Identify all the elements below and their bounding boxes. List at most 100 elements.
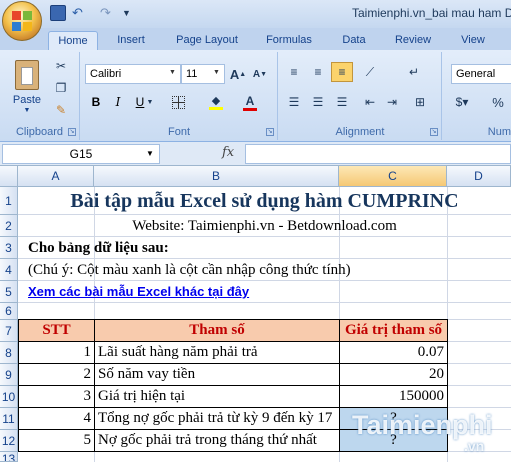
tab-page-layout[interactable]: Page Layout [168, 31, 246, 50]
borders-icon[interactable] [167, 92, 189, 112]
align-top-icon[interactable]: ≡ [283, 62, 305, 82]
data-intro[interactable]: Cho bảng dữ liệu sau: [25, 237, 172, 259]
tab-insert[interactable]: Insert [108, 31, 154, 50]
row-header[interactable]: 3 [0, 237, 18, 259]
table-cell-param[interactable]: Số năm vay tiền [95, 364, 198, 385]
increase-indent-icon[interactable]: ⇥ [381, 92, 403, 112]
cut-icon[interactable]: ✂ [50, 56, 72, 76]
row-header[interactable]: 8 [0, 342, 18, 364]
number-group: General $▾ % Num [443, 52, 511, 140]
undo-icon[interactable]: ↶ [72, 5, 88, 21]
wrap-text-icon[interactable]: ↵ [403, 62, 425, 82]
font-launcher-icon[interactable]: ↘ [266, 128, 274, 136]
tab-formulas[interactable]: Formulas [258, 31, 320, 50]
number-format-select[interactable]: General [451, 64, 511, 84]
row-header[interactable]: 6 [0, 303, 18, 320]
align-middle-icon[interactable]: ≡ [307, 62, 329, 82]
shrink-font-icon[interactable]: A ▼ [249, 64, 271, 84]
window-title: Taimienphi.vn_bai mau ham D [352, 6, 511, 20]
column-header-b[interactable]: B [94, 166, 339, 187]
table-cell-param[interactable]: Giá trị hiện tại [95, 386, 188, 407]
bold-icon[interactable]: B [85, 92, 107, 112]
formula-input[interactable] [245, 144, 511, 164]
insert-function-icon[interactable]: fx [222, 145, 234, 160]
table-cell-stt[interactable]: 2 [19, 364, 94, 385]
name-box[interactable]: G15 [2, 144, 160, 164]
redo-icon[interactable]: ↷ [100, 5, 116, 21]
format-painter-icon[interactable]: ✎ [50, 100, 72, 120]
currency-icon[interactable]: $▾ [451, 92, 473, 112]
clipboard-group: Paste ▼ ✂ ❐ ✎ Clipboard ↘ [0, 52, 80, 140]
percent-icon[interactable]: % [487, 92, 509, 112]
chevron-down-icon[interactable]: ▼ [169, 69, 176, 76]
tab-view[interactable]: View [454, 31, 492, 50]
italic-icon[interactable]: I [107, 92, 129, 112]
tab-home[interactable]: Home [48, 31, 98, 50]
row-header[interactable]: 10 [0, 386, 18, 408]
table-cell-value[interactable]: 150000 [340, 386, 447, 407]
decrease-indent-icon[interactable]: ⇤ [359, 92, 381, 112]
alignment-group-label: Alignment [335, 126, 385, 138]
paste-label: Paste [12, 94, 42, 106]
header-stt[interactable]: STT [19, 320, 94, 341]
align-center-icon[interactable]: ☰ [307, 92, 329, 112]
number-group-label: Num [487, 126, 511, 138]
align-bottom-icon[interactable]: ≡ [331, 62, 353, 82]
table-cell-stt[interactable]: 4 [19, 408, 94, 429]
save-icon[interactable] [50, 5, 66, 21]
align-left-icon[interactable]: ☰ [283, 92, 305, 112]
column-header-a[interactable]: A [18, 166, 94, 187]
row-header[interactable]: 5 [0, 281, 18, 303]
row-header[interactable]: 4 [0, 259, 18, 281]
header-value[interactable]: Giá trị tham số [340, 320, 447, 341]
row-header[interactable]: 11 [0, 408, 18, 430]
chevron-down-icon[interactable]: ▼ [145, 92, 155, 112]
ribbon-tabs: Home Insert Page Layout Formulas Data Re… [0, 28, 511, 50]
sheet-title[interactable]: Bài tập mẫu Excel sử dụng hàm CUMPRINC [18, 188, 511, 214]
office-button[interactable] [2, 1, 42, 41]
select-all-corner[interactable] [0, 166, 18, 187]
column-header-d[interactable]: D [447, 166, 511, 187]
align-right-icon[interactable]: ☰ [331, 92, 353, 112]
alignment-launcher-icon[interactable]: ↘ [430, 128, 438, 136]
title-bar: ↶ ↷ ▼ Taimienphi.vn_bai mau ham D [0, 0, 511, 28]
grow-font-icon[interactable]: A ▲ [227, 64, 249, 84]
spreadsheet-grid: A B C D 1 2 3 4 5 6 7 8 9 10 11 12 13 Bà… [0, 166, 511, 462]
table-cell-param[interactable]: Lãi suất hàng năm phải trả [95, 342, 261, 363]
customize-qat-icon[interactable]: ▼ [122, 5, 138, 21]
table-cell-value[interactable]: 20 [340, 364, 447, 385]
office-logo-icon [12, 11, 32, 31]
table-cell-stt[interactable]: 1 [19, 342, 94, 363]
table-cell-stt[interactable]: 3 [19, 386, 94, 407]
table-cell-param[interactable]: Tổng nợ gốc phải trả từ kỳ 9 đến kỳ 17 [95, 408, 339, 429]
font-color-icon[interactable]: A [239, 92, 261, 112]
table-cell-value[interactable]: ? [340, 408, 447, 429]
column-header-c[interactable]: C [339, 166, 447, 187]
chevron-down-icon[interactable]: ▼ [146, 149, 154, 158]
chevron-down-icon[interactable]: ▼ [213, 69, 220, 76]
table-cell-stt[interactable]: 5 [19, 430, 94, 451]
paste-button[interactable]: Paste ▼ [8, 58, 46, 114]
fill-color-icon[interactable]: ◆ [205, 92, 227, 112]
copy-icon[interactable]: ❐ [50, 78, 72, 98]
sheet-website[interactable]: Website: Taimienphi.vn - Betdownload.com [18, 215, 511, 237]
table-cell-param[interactable]: Nợ gốc phải trả trong tháng thứ nhất [95, 430, 320, 451]
clipboard-launcher-icon[interactable]: ↘ [68, 128, 76, 136]
note-text[interactable]: (Chú ý: Cột màu xanh là cột cần nhập côn… [25, 259, 354, 281]
row-header[interactable]: 7 [0, 320, 18, 342]
row-header[interactable]: 13 [0, 452, 18, 462]
font-name-select[interactable]: Calibri [85, 64, 181, 84]
table-cell-value[interactable]: ? [340, 430, 447, 451]
table-cell-value[interactable]: 0.07 [340, 342, 447, 363]
header-param[interactable]: Tham số [95, 320, 339, 341]
tab-review[interactable]: Review [388, 31, 438, 50]
examples-link[interactable]: Xem các bài mẫu Excel khác tại đây [25, 281, 252, 303]
row-header[interactable]: 1 [0, 187, 18, 215]
row-header[interactable]: 12 [0, 430, 18, 452]
merge-center-icon[interactable]: ⊞ [409, 92, 431, 112]
clipboard-icon [15, 60, 39, 90]
tab-data[interactable]: Data [336, 31, 372, 50]
row-header[interactable]: 2 [0, 215, 18, 237]
orientation-icon[interactable]: ⟋ [359, 62, 381, 82]
row-header[interactable]: 9 [0, 364, 18, 386]
